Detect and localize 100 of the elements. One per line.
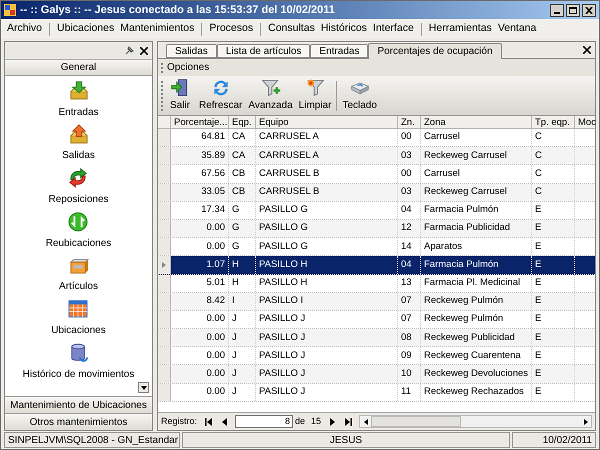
status-field: SINPELJVM\SQL2008 - GN_Estandar: [4, 432, 180, 448]
table-row[interactable]: 0.00 G PASILLO G 12 Farmacia Publicidad E: [158, 220, 595, 238]
column-header[interactable]: Zona: [421, 116, 532, 128]
last-record-button[interactable]: [343, 416, 354, 428]
horizontal-scrollbar[interactable]: [359, 415, 592, 428]
menu-item[interactable]: Procesos: [206, 21, 256, 37]
table-cell: G: [229, 220, 256, 238]
sidebar-item[interactable]: Entradas: [58, 104, 99, 120]
table-cell: E: [532, 384, 575, 401]
table-cell: E: [532, 274, 575, 292]
sidebar-item[interactable]: Reubicaciones: [46, 236, 112, 251]
table-cell: PASILLO J: [256, 329, 398, 346]
menu-item[interactable]: Mantenimientos: [117, 21, 198, 37]
table-cell: J: [229, 329, 256, 346]
scroll-down-button[interactable]: [138, 382, 149, 393]
table-row[interactable]: 8.42 I PASILLO I 07 Reckeweg Pulmón E: [158, 292, 595, 311]
group-header[interactable]: General: [5, 60, 152, 76]
table-cell: 13: [398, 274, 421, 292]
maximize-icon: [569, 6, 577, 14]
column-header[interactable]: Equipo: [256, 116, 398, 128]
group-header[interactable]: Otros mantenimientos: [5, 413, 152, 430]
column-header[interactable]: Tp. eqp.: [532, 116, 575, 128]
table-cell: 11: [398, 384, 421, 401]
toolbar-button[interactable]: Avanzada: [246, 78, 295, 113]
menu-item[interactable]: Consultas: [265, 21, 318, 37]
table-cell: CARRUSEL B: [256, 184, 398, 201]
table-row[interactable]: 5.01 H PASILLO H 13 Farmacia Pl. Medicinal E: [158, 274, 595, 293]
toolbar-button[interactable]: Refrescar: [197, 78, 244, 113]
tab[interactable]: Porcentajes de ocupación: [368, 43, 502, 59]
record-total: 15: [311, 414, 322, 428]
window-title: -- :: Galys :: -- Jesus conectado a las 15:53:37 del 10/02/2011: [20, 2, 335, 18]
table-cell: 14: [398, 238, 421, 256]
menu-item[interactable]: Herramientas: [426, 21, 495, 37]
table-row[interactable]: 0.00 J PASILLO J 09 Reckeweg Cuarentena E: [158, 347, 595, 366]
tab[interactable]: Lista de artículos: [216, 44, 310, 58]
status-field: JESUS: [182, 432, 510, 448]
pin-icon[interactable]: [124, 46, 134, 56]
toolbar-button[interactable]: Teclado: [340, 78, 379, 113]
table-row[interactable]: 0.00 J PASILLO J 11 Reckeweg Rechazados E: [158, 384, 595, 402]
table-row[interactable]: 0.00 J PASILLO J 10 Reckeweg Devoluciones E: [158, 365, 595, 384]
menu-item[interactable]: Ventana: [494, 21, 540, 37]
table-row[interactable]: 0.00 J PASILLO J 07 Reckeweg Pulmón E: [158, 310, 595, 330]
table-cell: C: [532, 147, 575, 164]
close-icon[interactable]: [583, 46, 591, 54]
sidebar-item[interactable]: Histórico de movimientos: [22, 366, 134, 382]
table-cell: I: [229, 292, 256, 310]
minimize-button[interactable]: [550, 4, 564, 16]
table-cell: 33.05: [171, 184, 229, 201]
table-cell: 09: [398, 347, 421, 364]
column-header[interactable]: Zn.: [398, 116, 421, 128]
menu-item[interactable]: Archivo: [4, 21, 46, 37]
record-of-label: de: [295, 414, 306, 428]
table-row[interactable]: 35.89 CA CARRUSEL A 03 Reckeweg Carrusel C: [158, 147, 595, 166]
sidebar-item[interactable]: Ubicaciones: [51, 323, 106, 338]
table-cell: PASILLO G: [256, 220, 398, 238]
close-icon[interactable]: [140, 46, 148, 54]
tab[interactable]: Entradas: [310, 44, 368, 58]
column-header[interactable]: Eqp.: [229, 116, 256, 128]
sidebar-item[interactable]: Reposiciones: [48, 192, 109, 208]
table-cell: 04: [398, 256, 421, 274]
filter-star-icon: [305, 78, 326, 98]
table-cell: Farmacia Pl. Medicinal: [421, 274, 532, 292]
group-header[interactable]: Mantenimiento de Ubicaciones: [5, 396, 152, 413]
table-cell: E: [532, 256, 575, 274]
menu-item[interactable]: Históricos: [318, 21, 370, 37]
column-header[interactable]: Porcentaje...: [171, 116, 229, 128]
grid-icon: [66, 298, 90, 320]
record-field[interactable]: 8: [235, 415, 294, 428]
table-cell: 07: [398, 292, 421, 310]
table-cell: 07: [398, 310, 421, 328]
table-row[interactable]: 17.34 G PASILLO G 04 Farmacia Pulmón E: [158, 202, 595, 220]
next-record-button[interactable]: [327, 416, 338, 428]
table-row[interactable]: 0.00 G PASILLO G 14 Aparatos E: [158, 238, 595, 256]
table-cell: Reckeweg Cuarentena: [421, 347, 532, 364]
table-cell: Carrusel: [421, 129, 532, 146]
close-icon: [585, 6, 593, 14]
table-cell: Farmacia Pulmón: [421, 202, 532, 219]
close-button[interactable]: [582, 4, 596, 16]
table-cell: CARRUSEL A: [256, 147, 398, 164]
menu-item[interactable]: Interface: [370, 21, 417, 37]
table-cell: J: [229, 347, 256, 364]
sidebar-item[interactable]: Artículos: [59, 279, 98, 294]
toolbar-button[interactable]: Salir: [165, 78, 195, 113]
toolbar-button[interactable]: Limpiar: [296, 78, 334, 113]
table-row[interactable]: 67.56 CB CARRUSEL B 00 Carrusel C: [158, 165, 595, 184]
table-row[interactable]: 64.81 CA CARRUSEL A 00 Carrusel C: [158, 129, 595, 148]
table-cell: E: [532, 365, 575, 383]
table-row[interactable]: 1.07 H PASILLO H 04 Farmacia Pulmón E: [158, 256, 595, 274]
table-row[interactable]: 0.00 J PASILLO J 08 Reckeweg Publicidad E: [158, 329, 595, 348]
maximize-button[interactable]: [566, 4, 580, 16]
column-header[interactable]: Moc: [575, 116, 600, 128]
minimize-icon: [554, 12, 560, 14]
table-cell: 03: [398, 147, 421, 164]
first-record-button[interactable]: [203, 416, 214, 428]
table-cell: 0.00: [171, 384, 229, 401]
table-cell: PASILLO G: [256, 202, 398, 219]
tab[interactable]: Salidas: [166, 44, 217, 58]
menu-item[interactable]: Ubicaciones: [54, 21, 118, 37]
sidebar-item[interactable]: Salidas: [62, 148, 95, 164]
table-row[interactable]: 33.05 CB CARRUSEL B 03 Reckeweg Carrusel C: [158, 184, 595, 202]
